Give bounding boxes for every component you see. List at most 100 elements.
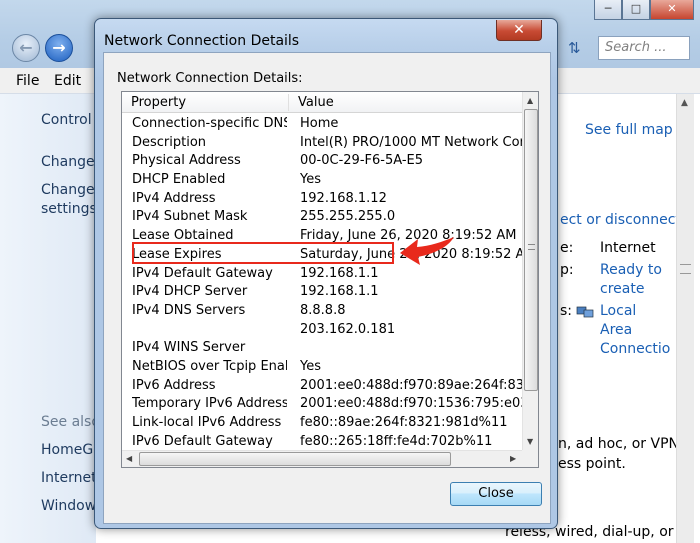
property-cell: IPv4 Default Gateway xyxy=(132,265,273,281)
back-arrow-icon: ← xyxy=(19,38,33,57)
background-scrollbar[interactable]: ▲ xyxy=(676,94,694,543)
property-cell: Physical Address xyxy=(132,153,241,169)
vertical-scrollbar[interactable]: ▲ ▼ xyxy=(522,92,538,450)
listview-header: Property Value xyxy=(122,92,522,113)
change-sharing-link-2[interactable]: settings xyxy=(41,201,97,217)
dialog-close-x-button[interactable]: ✕ xyxy=(496,20,542,41)
scroll-grip-icon xyxy=(528,244,535,250)
scroll-up-icon[interactable]: ▲ xyxy=(527,96,533,105)
scroll-down-icon[interactable]: ▼ xyxy=(527,437,533,446)
dialog-body: Network Connection Details: Property Val… xyxy=(103,52,551,524)
forward-arrow-icon: → xyxy=(52,38,66,57)
value-cell: Yes xyxy=(300,358,321,374)
value-cell: Home xyxy=(300,116,339,131)
value-cell: 255.255.255.0 xyxy=(300,209,396,225)
refresh-icon[interactable]: ⇅ xyxy=(568,39,581,57)
table-row[interactable]: Connection-specific DNS S... Home xyxy=(122,115,522,134)
column-header-value[interactable]: Value xyxy=(298,95,334,110)
homegroup-label: p: xyxy=(560,262,574,278)
value-cell: 192.168.1.1 xyxy=(300,284,379,300)
back-button[interactable]: ← xyxy=(12,34,40,62)
see-also-heading: See also xyxy=(41,414,100,430)
connect-disconnect-link[interactable]: ect or disconnect xyxy=(560,212,681,228)
value-cell: 203.162.0.181 xyxy=(300,321,396,337)
property-cell: DHCP Enabled xyxy=(132,172,226,188)
menu-file[interactable]: File xyxy=(16,73,39,89)
internet-options-link[interactable]: Internet xyxy=(41,470,97,486)
table-row[interactable]: 203.162.0.181 xyxy=(122,321,522,340)
property-cell: IPv6 Default Gateway xyxy=(132,433,273,449)
scroll-up-icon[interactable]: ▲ xyxy=(681,98,688,108)
property-cell: IPv4 Subnet Mask xyxy=(132,209,248,225)
value-cell: 8.8.8.8 xyxy=(300,302,346,318)
table-row[interactable]: IPv6 Default Gateway fe80::265:18ff:fe4d:… xyxy=(122,433,522,452)
window-close-button[interactable]: ✕ xyxy=(650,0,694,20)
table-row[interactable]: IPv6 Address 2001:ee0:488d:f970:89ae:264f… xyxy=(122,377,522,396)
value-cell: 192.168.1.12 xyxy=(300,190,387,206)
access-type-label: e: xyxy=(560,240,574,256)
property-cell: Temporary IPv6 Address xyxy=(132,396,287,412)
ipv4-highlight-box xyxy=(132,242,394,264)
property-cell: Description xyxy=(132,134,207,150)
table-row[interactable]: DHCP Enabled Yes xyxy=(122,171,522,190)
table-row[interactable]: IPv4 Subnet Mask 255.255.255.0 xyxy=(122,208,522,227)
column-header-property[interactable]: Property xyxy=(131,95,186,110)
windows-firewall-link[interactable]: Window xyxy=(41,498,96,514)
value-cell: Yes xyxy=(300,172,321,188)
maximize-button[interactable]: □ xyxy=(622,0,650,20)
table-row[interactable]: NetBIOS over Tcpip Enabl... Yes xyxy=(122,358,522,377)
see-full-map-link[interactable]: See full map xyxy=(585,122,673,138)
connections-label: s: xyxy=(560,303,573,319)
table-row[interactable]: Description Intel(R) PRO/1000 MT Network … xyxy=(122,134,522,153)
value-cell: 2001:ee0:488d:f970:1536:795:e033:dee3 xyxy=(300,396,522,412)
close-button[interactable]: Close xyxy=(450,482,542,506)
scroll-left-icon[interactable]: ◀ xyxy=(126,454,132,463)
table-row[interactable]: IPv4 DNS Servers 8.8.8.8 xyxy=(122,302,522,321)
access-type-value: Internet xyxy=(600,240,656,256)
table-row[interactable]: IPv4 WINS Server xyxy=(122,339,522,358)
value-cell: fe80::89ae:264f:8321:981d%11 xyxy=(300,415,508,430)
dialog-caption: Network Connection Details: xyxy=(117,71,303,86)
homegroup-ready-link[interactable]: Ready to xyxy=(600,262,662,278)
setup-description: n, ad hoc, or VPN xyxy=(558,436,679,452)
table-row[interactable]: IPv4 DHCP Server 192.168.1.1 xyxy=(122,283,522,302)
property-cell: IPv4 WINS Server xyxy=(132,340,246,356)
horizontal-scrollbar[interactable]: ◀ ▶ xyxy=(122,450,522,467)
property-cell: IPv6 Address xyxy=(132,377,216,393)
horizontal-scroll-thumb[interactable] xyxy=(139,452,451,466)
table-row[interactable]: IPv4 Address 192.168.1.12 xyxy=(122,190,522,209)
property-cell: Link-local IPv6 Address xyxy=(132,415,282,430)
network-connection-icon xyxy=(576,306,594,318)
value-cell: 00-0C-29-F6-5A-E5 xyxy=(300,153,423,169)
value-cell: Intel(R) PRO/1000 MT Network Connectio xyxy=(300,134,522,150)
local-area-connection-link-3[interactable]: Connectio xyxy=(600,341,670,357)
table-row[interactable]: IPv4 Default Gateway 192.168.1.1 xyxy=(122,265,522,284)
change-sharing-link[interactable]: Change xyxy=(41,182,95,198)
scroll-right-icon[interactable]: ▶ xyxy=(510,454,516,463)
scroll-grip[interactable] xyxy=(680,264,691,274)
scroll-corner xyxy=(522,450,538,467)
search-input[interactable]: Search ... xyxy=(598,36,690,60)
table-row[interactable]: Physical Address 00-0C-29-F6-5A-E5 xyxy=(122,152,522,171)
homegroup-link[interactable]: HomeGr xyxy=(41,442,99,458)
change-adapter-link[interactable]: Change xyxy=(41,154,95,170)
local-area-connection-link-2[interactable]: Area xyxy=(600,322,632,338)
property-cell: IPv4 DNS Servers xyxy=(132,302,246,318)
table-row[interactable]: Link-local IPv6 Address fe80::89ae:264f:8… xyxy=(122,414,522,433)
column-separator[interactable] xyxy=(288,94,289,111)
dialog-title: Network Connection Details xyxy=(104,33,300,49)
vertical-scroll-thumb[interactable] xyxy=(524,109,538,391)
network-details-dialog: Network Connection Details ✕ Network Con… xyxy=(94,18,558,529)
table-row[interactable]: Temporary IPv6 Address 2001:ee0:488d:f970… xyxy=(122,395,522,414)
value-cell: 2001:ee0:488d:f970:89ae:264f:8321:981d xyxy=(300,377,522,393)
menu-edit[interactable]: Edit xyxy=(54,73,81,89)
value-cell: fe80::265:18ff:fe4d:702b%11 xyxy=(300,433,493,449)
local-area-connection-link[interactable]: Local xyxy=(600,303,636,319)
listview-rows: Connection-specific DNS S... Home Descript… xyxy=(122,115,522,451)
forward-button[interactable]: → xyxy=(45,34,73,62)
property-cell: IPv4 DHCP Server xyxy=(132,284,248,300)
property-cell: NetBIOS over Tcpip Enabl... xyxy=(132,358,287,374)
homegroup-create-link[interactable]: create xyxy=(600,281,644,297)
details-listview[interactable]: Property Value Connection-specific DNS S… xyxy=(121,91,539,468)
minimize-button[interactable]: ─ xyxy=(594,0,622,20)
